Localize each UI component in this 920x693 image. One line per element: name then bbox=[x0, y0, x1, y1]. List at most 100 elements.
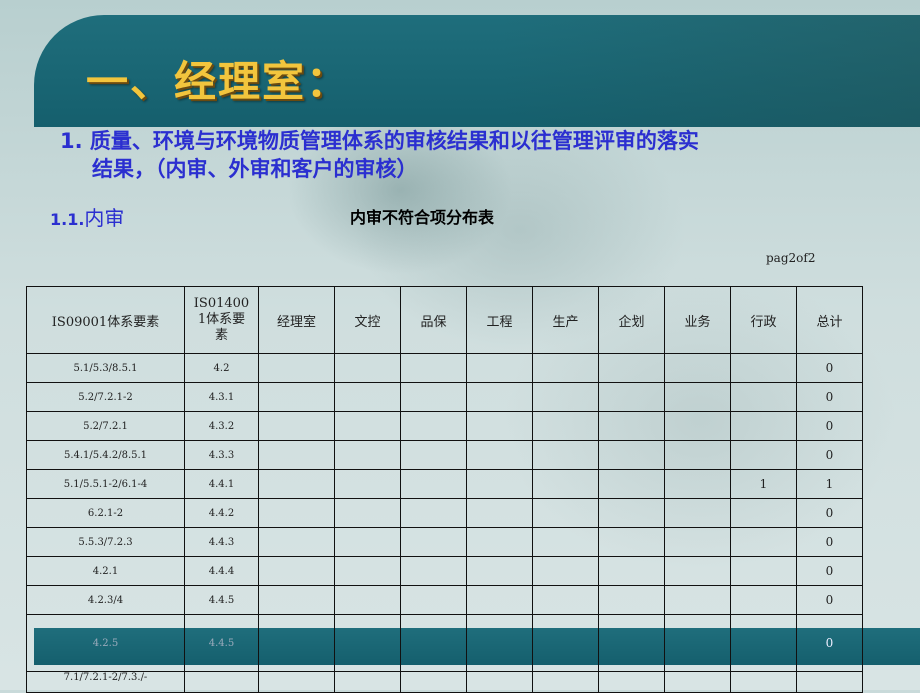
col-document-control: 文控 bbox=[334, 286, 401, 354]
cell-dept-count bbox=[334, 614, 401, 672]
col-production: 生产 bbox=[532, 286, 599, 354]
cell-dept-count bbox=[466, 440, 533, 470]
col-administration: 行政 bbox=[730, 286, 797, 354]
cell-iso9001: 5.2/7.2.1-2 bbox=[26, 382, 185, 412]
cell-dept-count bbox=[466, 498, 533, 528]
cell-dept-count bbox=[532, 440, 599, 470]
cell-dept-count bbox=[664, 527, 731, 557]
table-row: 7.1/7.2.1-2/7.3./- bbox=[26, 671, 863, 693]
col-business: 业务 bbox=[664, 286, 731, 354]
cell-iso14001: 4.3.1 bbox=[184, 382, 259, 412]
cell-total: 0 bbox=[796, 614, 863, 672]
col-engineering: 工程 bbox=[466, 286, 533, 354]
cell-dept-count bbox=[664, 671, 731, 693]
cell-dept-count bbox=[258, 353, 335, 383]
cell-dept-count bbox=[466, 469, 533, 499]
cell-dept-count bbox=[400, 614, 467, 672]
table-row: 4.2.3/4 4.4.5 0 bbox=[26, 585, 863, 615]
cell-iso9001: 5.5.3/7.2.3 bbox=[26, 527, 185, 557]
cell-dept-count bbox=[664, 469, 731, 499]
subtitle-line-2: 结果，（内审、外审和客户的审核） bbox=[92, 157, 418, 181]
cell-dept-count bbox=[466, 556, 533, 586]
subsection-label: 内审 bbox=[84, 206, 125, 230]
cell-dept-count bbox=[730, 440, 797, 470]
cell-dept-count bbox=[334, 411, 401, 441]
cell-dept-count bbox=[334, 671, 401, 693]
cell-total: 0 bbox=[796, 411, 863, 441]
table-row: 5.2/7.2.1 4.3.2 0 bbox=[26, 411, 863, 441]
cell-dept-count bbox=[466, 353, 533, 383]
cell-iso14001: 4.4.4 bbox=[184, 556, 259, 586]
col-planning: 企划 bbox=[598, 286, 665, 354]
cell-dept-count bbox=[532, 382, 599, 412]
cell-dept-count bbox=[730, 671, 797, 693]
cell-dept-count bbox=[532, 353, 599, 383]
subsection-heading: 1.1.内审 bbox=[50, 202, 124, 231]
cell-dept-count bbox=[334, 353, 401, 383]
cell-dept-count bbox=[334, 440, 401, 470]
cell-iso14001: 4.4.3 bbox=[184, 527, 259, 557]
cell-total: 0 bbox=[796, 527, 863, 557]
cell-dept-count bbox=[532, 556, 599, 586]
cell-dept-count bbox=[532, 671, 599, 693]
cell-dept-count bbox=[730, 585, 797, 615]
cell-dept-count bbox=[258, 469, 335, 499]
cell-dept-count bbox=[664, 440, 731, 470]
cell-iso14001: 4.4.2 bbox=[184, 498, 259, 528]
cell-dept-count bbox=[258, 671, 335, 693]
col-total: 总计 bbox=[796, 286, 863, 354]
cell-iso9001: 5.2/7.2.1 bbox=[26, 411, 185, 441]
cell-dept-count bbox=[400, 469, 467, 499]
table-header-row: IS09001体系要素 IS014001体系要素 经理室 文控 品保 工程 生产… bbox=[26, 286, 863, 354]
cell-dept-count bbox=[664, 382, 731, 412]
cell-dept-count bbox=[466, 411, 533, 441]
cell-iso9001: 5.1/5.5.1-2/6.1-4 bbox=[26, 469, 185, 499]
table-row: 5.2/7.2.1-2 4.3.1 0 bbox=[26, 382, 863, 412]
cell-dept-count bbox=[598, 614, 665, 672]
cell-dept-count bbox=[598, 671, 665, 693]
cell-dept-count bbox=[532, 527, 599, 557]
cell-dept-count bbox=[400, 556, 467, 586]
cell-dept-count bbox=[400, 527, 467, 557]
cell-dept-count bbox=[664, 411, 731, 441]
cell-iso14001: 4.4.5 bbox=[184, 585, 259, 615]
cell-dept-count bbox=[400, 498, 467, 528]
col-iso9001: IS09001体系要素 bbox=[26, 286, 185, 354]
cell-dept-count bbox=[334, 556, 401, 586]
section-subtitle: 1. 质量、环境与环境物质管理体系的审核结果和以往管理评审的落实 结果，（内审、… bbox=[60, 127, 860, 183]
cell-iso9001: 4.2.1 bbox=[26, 556, 185, 586]
cell-dept-count bbox=[664, 585, 731, 615]
cell-dept-count bbox=[730, 527, 797, 557]
col-iso14001: IS014001体系要素 bbox=[184, 286, 259, 354]
table-row: 5.5.3/7.2.3 4.4.3 0 bbox=[26, 527, 863, 557]
cell-dept-count bbox=[730, 382, 797, 412]
cell-iso14001: 4.4.5 bbox=[184, 614, 259, 672]
cell-dept-count bbox=[598, 498, 665, 528]
cell-dept-count bbox=[664, 498, 731, 528]
cell-dept-count bbox=[400, 382, 467, 412]
col-manager-office: 经理室 bbox=[258, 286, 335, 354]
cell-dept-count bbox=[730, 614, 797, 672]
cell-total: 1 bbox=[796, 469, 863, 499]
cell-dept-count bbox=[532, 585, 599, 615]
col-iso14001-label: IS014001体系要素 bbox=[193, 296, 250, 343]
cell-dept-count bbox=[400, 440, 467, 470]
page-indicator: pag2of2 bbox=[766, 251, 816, 265]
cell-dept-count bbox=[466, 585, 533, 615]
cell-iso9001: 6.2.1-2 bbox=[26, 498, 185, 528]
cell-dept-count bbox=[664, 614, 731, 672]
table-row: 4.2.5 4.4.5 0 bbox=[26, 614, 863, 672]
cell-dept-count bbox=[466, 614, 533, 672]
cell-total: 0 bbox=[796, 382, 863, 412]
cell-iso14001: 4.2 bbox=[184, 353, 259, 383]
cell-dept-count bbox=[598, 440, 665, 470]
cell-dept-count bbox=[598, 382, 665, 412]
cell-dept-count bbox=[258, 556, 335, 586]
cell-iso14001: 4.3.3 bbox=[184, 440, 259, 470]
cell-iso14001: 4.4.1 bbox=[184, 469, 259, 499]
cell-dept-count bbox=[730, 556, 797, 586]
cell-dept-count bbox=[400, 353, 467, 383]
cell-dept-count bbox=[258, 382, 335, 412]
cell-dept-count bbox=[466, 382, 533, 412]
table-row: 5.1/5.5.1-2/6.1-4 4.4.1 1 1 bbox=[26, 469, 863, 499]
